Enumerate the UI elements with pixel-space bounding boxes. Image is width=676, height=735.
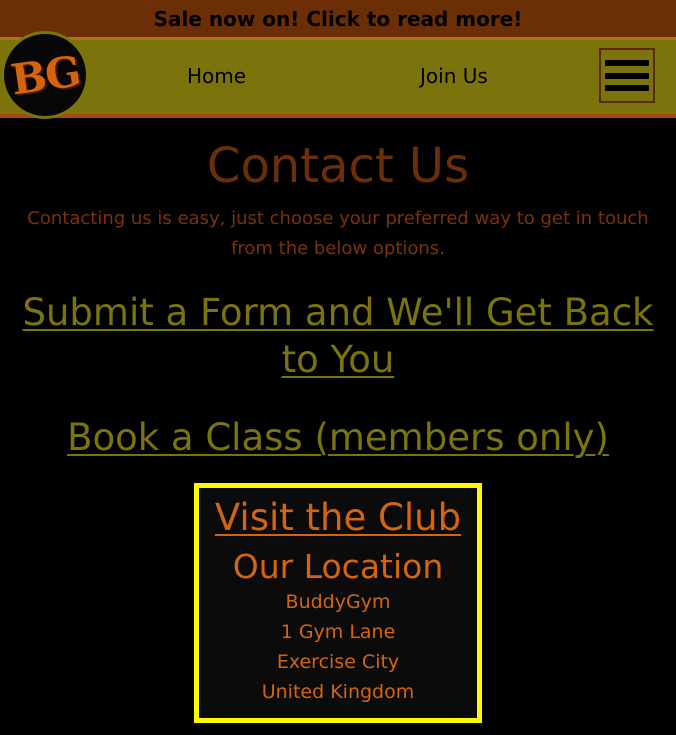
location-heading: Our Location	[232, 547, 444, 586]
address-line-country: United Kingdom	[261, 681, 415, 703]
page-title: Contact Us	[206, 138, 470, 194]
sale-banner-text[interactable]: Sale now on! Click to read more!	[154, 7, 523, 31]
intro-text: Contacting us is easy, just choose your …	[27, 208, 649, 259]
main-content: Contact Us Contacting us is easy, just c…	[0, 138, 676, 723]
address-line-name: BuddyGym	[285, 591, 391, 613]
visit-club-box: Visit the Club Our Location BuddyGym 1 G…	[194, 483, 482, 723]
submit-form-link[interactable]: Submit a Form and We'll Get Back to You	[14, 289, 662, 383]
hamburger-icon-bar-bottom	[605, 84, 649, 91]
site-logo[interactable]: BG	[1, 31, 89, 119]
nav-home-link[interactable]: Home	[187, 64, 246, 88]
logo-text: BG	[7, 45, 83, 105]
hamburger-icon-bar-top	[605, 60, 649, 67]
address-line-city: Exercise City	[276, 651, 400, 673]
address-line-street: 1 Gym Lane	[280, 621, 396, 643]
hamburger-icon-bar-middle	[605, 72, 649, 79]
page: Sale now on! Click to read more! BG Home…	[0, 0, 676, 735]
book-class-link[interactable]: Book a Class (members only)	[14, 414, 662, 461]
navbar: BG Home Join Us	[0, 31, 676, 119]
visit-club-link[interactable]: Visit the Club	[215, 495, 461, 541]
sale-banner[interactable]: Sale now on! Click to read more!	[0, 0, 676, 40]
nav-join-us-link[interactable]: Join Us	[420, 64, 488, 88]
hamburger-menu-button[interactable]	[599, 48, 655, 103]
